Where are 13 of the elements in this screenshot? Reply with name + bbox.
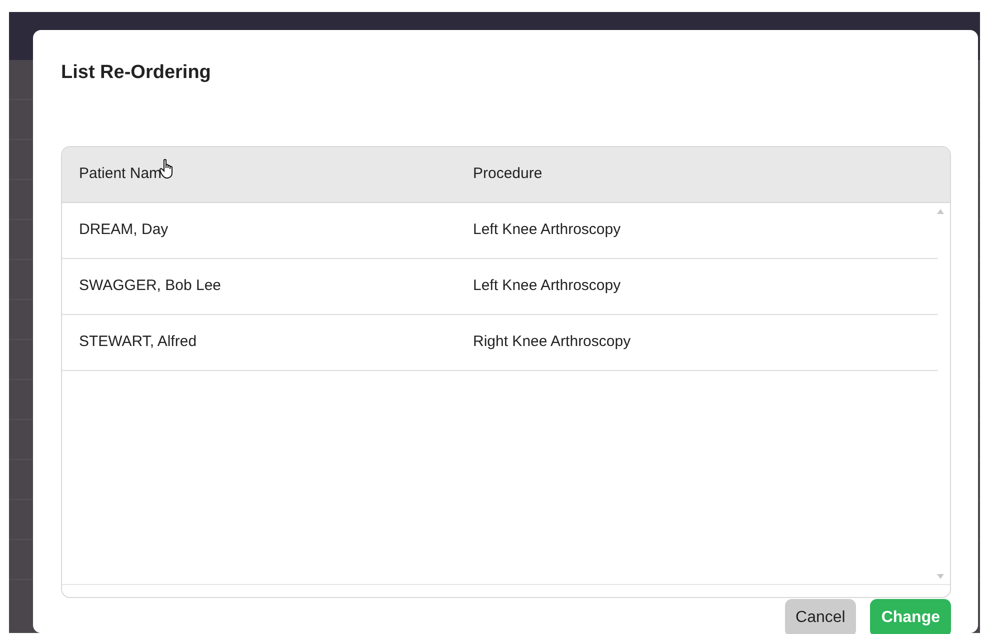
scroll-down-icon[interactable] [937, 574, 944, 579]
table-cell-text: STEWART, Alfred [78, 332, 198, 352]
cancel-button[interactable]: Cancel [784, 599, 856, 634]
table-cell-text: SWAGGER, Bob Lee [78, 276, 222, 296]
column-header[interactable]: Patient Nam [79, 163, 162, 186]
column-header[interactable]: Procedure [473, 163, 542, 186]
table-cell-text: Left Knee Arthroscopy [473, 276, 622, 296]
table-cell-text: Left Knee Arthroscopy [473, 220, 622, 240]
scroll-up-icon[interactable] [937, 209, 944, 214]
dialog-title: List Re-Ordering [61, 61, 212, 85]
table-cell-text: Right Knee Arthroscopy [473, 332, 632, 352]
table-cell-text: DREAM, Day [78, 220, 170, 240]
hand-cursor-icon [158, 158, 175, 178]
